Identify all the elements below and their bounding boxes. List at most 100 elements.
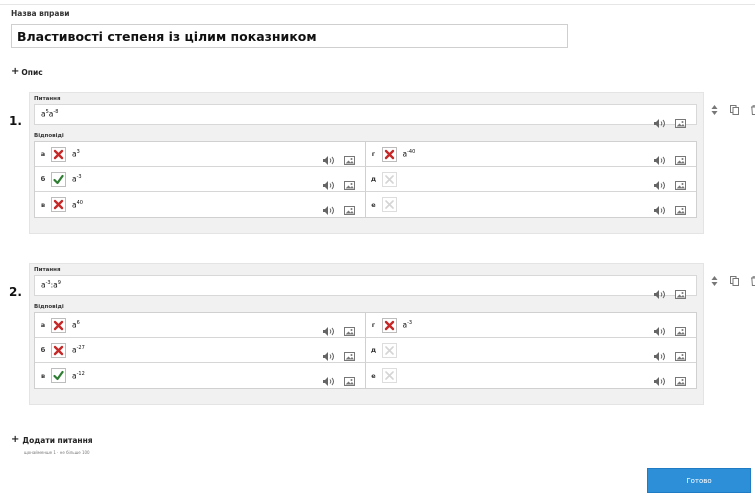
answer-row[interactable]: в a40	[35, 192, 366, 217]
answer-exponent: -3	[407, 320, 413, 327]
image-icon[interactable]	[343, 321, 355, 336]
answer-text[interactable]: a3	[72, 149, 80, 159]
answer-row[interactable]: д	[365, 167, 696, 192]
sound-icon[interactable]	[322, 150, 335, 165]
exercise-name-input[interactable]: Властивості степеня із цілим показником	[11, 24, 568, 48]
image-icon[interactable]	[343, 346, 355, 361]
image-icon[interactable]	[343, 175, 355, 190]
answer-row[interactable]: е	[366, 192, 697, 217]
image-icon[interactable]	[675, 346, 686, 361]
copy-icon[interactable]	[730, 100, 739, 119]
sound-icon[interactable]	[654, 346, 666, 361]
image-icon[interactable]	[675, 371, 686, 386]
sound-icon[interactable]	[654, 175, 666, 190]
sound-icon[interactable]	[322, 200, 335, 215]
answer-row[interactable]: г a-3	[365, 313, 696, 338]
image-icon[interactable]	[675, 321, 686, 336]
answer-text[interactable]: a-40	[403, 149, 416, 159]
answer-correct-toggle[interactable]	[51, 146, 66, 162]
image-icon[interactable]	[343, 200, 355, 215]
trash-icon[interactable]	[750, 100, 755, 119]
image-icon[interactable]	[675, 200, 686, 215]
answer-correct-toggle[interactable]	[381, 197, 397, 212]
copy-icon[interactable]	[730, 271, 739, 290]
image-icon[interactable]	[675, 284, 686, 299]
answer-correct-toggle[interactable]	[51, 317, 66, 333]
answer-letter: д	[370, 346, 377, 354]
add-question-label: Додати питання	[22, 435, 93, 445]
sound-icon[interactable]	[654, 371, 666, 386]
image-icon[interactable]	[675, 175, 686, 190]
plus-icon: +	[11, 434, 20, 445]
answer-correct-toggle[interactable]	[51, 197, 66, 212]
answer-row[interactable]: а a6	[35, 313, 366, 338]
answer-exponent: -3	[76, 174, 82, 181]
answer-correct-toggle[interactable]	[51, 368, 66, 383]
image-icon[interactable]	[343, 371, 355, 386]
answer-correct-toggle[interactable]	[51, 171, 66, 187]
image-icon[interactable]	[675, 150, 686, 165]
cross-icon	[53, 345, 64, 356]
answer-exponent: -27	[76, 345, 85, 352]
description-toggle-label: Опис	[21, 67, 43, 77]
question-block: Питання a5a-8 Відповіді а a3 г a-40 б a-3 д в a40 е	[29, 92, 704, 234]
answer-text[interactable]: a-27	[72, 345, 85, 355]
cross-icon	[53, 320, 64, 331]
answers-grid: а a3 г a-40 б a-3 д в a40 е	[34, 141, 697, 218]
answer-text[interactable]: a-3	[72, 174, 82, 184]
sound-icon[interactable]	[654, 200, 666, 215]
sort-icon[interactable]	[710, 100, 719, 119]
add-question-button[interactable]: + Додати питання	[11, 435, 93, 445]
answer-letter: г	[371, 150, 376, 158]
sound-icon[interactable]	[654, 284, 666, 299]
image-icon[interactable]	[343, 150, 355, 165]
sound-icon[interactable]	[654, 321, 666, 336]
answer-row[interactable]: д	[365, 338, 696, 363]
answer-correct-toggle[interactable]	[381, 342, 397, 358]
answer-correct-toggle[interactable]	[381, 146, 397, 162]
answer-row[interactable]: г a-40	[365, 142, 696, 167]
answer-exponent: -12	[76, 370, 85, 377]
answer-correct-toggle[interactable]	[51, 342, 66, 358]
answer-exponent: 6	[76, 320, 80, 327]
limits-hint: щонайменше 1 · не більше 100	[24, 450, 90, 455]
exercise-name-label: Назва вправи	[11, 9, 70, 18]
answer-correct-toggle[interactable]	[381, 171, 397, 187]
question-text: a-3:a9	[41, 280, 61, 290]
question-input[interactable]: a-3:a9	[34, 275, 697, 299]
sound-icon[interactable]	[654, 150, 666, 165]
answer-row[interactable]: в a-12	[35, 363, 366, 388]
question-input[interactable]: a5a-8	[34, 104, 697, 128]
answer-text[interactable]: a-12	[72, 371, 85, 381]
check-icon	[53, 370, 64, 381]
cross-icon	[384, 149, 395, 160]
top-divider	[0, 4, 755, 5]
question-exponent: 9	[57, 280, 61, 286]
sound-icon[interactable]	[322, 175, 335, 190]
answer-text[interactable]: a6	[72, 320, 80, 330]
check-icon	[53, 174, 64, 185]
answer-letter: д	[370, 175, 377, 183]
answer-text[interactable]: a40	[72, 200, 83, 210]
answer-row[interactable]: б a-27	[35, 338, 366, 363]
sort-icon[interactable]	[710, 271, 719, 290]
answer-row[interactable]: б a-3	[35, 167, 366, 192]
answer-text[interactable]: a-3	[403, 320, 413, 330]
trash-icon[interactable]	[750, 271, 755, 290]
sound-icon[interactable]	[322, 321, 335, 336]
question-text: a5a-8	[41, 109, 58, 119]
answer-letter: б	[40, 346, 46, 354]
answer-row[interactable]: е	[366, 363, 697, 388]
description-toggle[interactable]: + Опис	[11, 67, 43, 77]
answer-letter: а	[40, 321, 46, 329]
question-exponent: -8	[53, 109, 59, 115]
answer-row[interactable]: а a3	[35, 142, 366, 167]
answer-correct-toggle[interactable]	[381, 368, 397, 383]
answer-correct-toggle[interactable]	[381, 317, 397, 333]
done-button[interactable]: Готово	[647, 468, 751, 493]
sound-icon[interactable]	[654, 113, 666, 128]
image-icon[interactable]	[675, 113, 686, 128]
answer-letter: г	[371, 321, 376, 329]
sound-icon[interactable]	[322, 346, 335, 361]
sound-icon[interactable]	[322, 371, 335, 386]
